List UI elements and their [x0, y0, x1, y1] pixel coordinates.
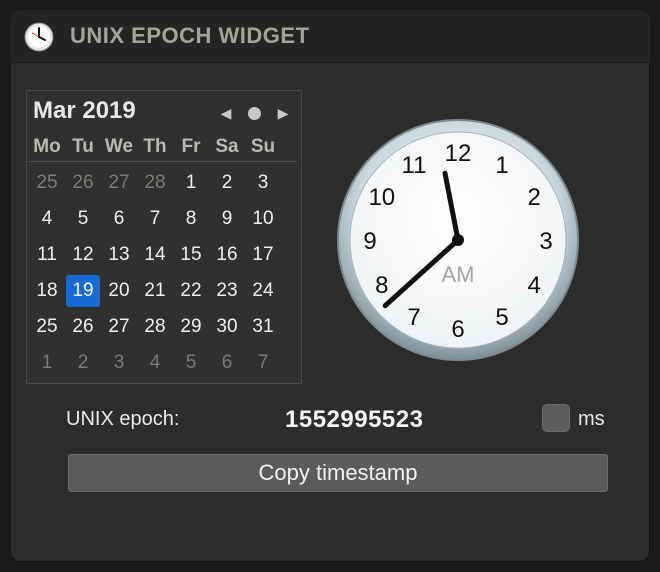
calendar-day[interactable]: 6: [209, 345, 245, 381]
calendar-day[interactable]: 21: [137, 273, 173, 309]
calendar-day[interactable]: 9: [209, 201, 245, 237]
clock-number: 10: [368, 184, 395, 211]
widget-window: UNIX EPOCH WIDGET Mar 2019 ◀ ▶ Mo Tu We Th F…: [10, 10, 650, 562]
calendar-week-row: 25 26 27 28 1 2 3: [29, 165, 297, 201]
clock-number: 7: [407, 304, 420, 331]
calendar-day[interactable]: 27: [101, 309, 137, 345]
calendar-week-row: 1234567: [29, 345, 297, 381]
chevron-left-icon[interactable]: ◀: [218, 104, 234, 122]
calendar-day[interactable]: 8: [173, 201, 209, 237]
weekday-label: We: [104, 136, 134, 157]
calendar-day[interactable]: 5: [65, 201, 101, 237]
clock-number: 1: [495, 152, 508, 179]
calendar-day[interactable]: 28: [137, 309, 173, 345]
calendar-day-selected[interactable]: 19: [65, 273, 101, 309]
chevron-right-icon[interactable]: ▶: [275, 104, 291, 122]
calendar-day[interactable]: 28: [137, 165, 173, 201]
clock-number: 9: [363, 228, 376, 255]
calendar-day[interactable]: 15: [173, 237, 209, 273]
calendar-day[interactable]: 17: [245, 237, 281, 273]
calendar-day[interactable]: 29: [173, 309, 209, 345]
calendar-month-label: Mar 2019: [33, 97, 136, 124]
calendar-header: Mar 2019 ◀ ▶: [33, 97, 295, 131]
calendar-day[interactable]: 6: [101, 201, 137, 237]
calendar-day[interactable]: 27: [101, 165, 137, 201]
calendar-day[interactable]: 23: [209, 273, 245, 309]
clock-number: 4: [528, 272, 541, 299]
epoch-label: UNIX epoch:: [66, 408, 180, 430]
clock-face: 12 12 3 45 6 78 9 10 11 AM: [337, 119, 579, 361]
calendar-day[interactable]: 11: [29, 237, 65, 273]
calendar-week-row: 4 5 6 7 8 9 10: [29, 201, 297, 237]
weekday-label: Th: [143, 136, 167, 157]
clock-number: 3: [539, 228, 552, 255]
weekday-label: Fr: [181, 136, 201, 157]
calendar-day[interactable]: 25: [29, 309, 65, 345]
copy-timestamp-button[interactable]: Copy timestamp: [68, 454, 608, 492]
calendar-day[interactable]: 3: [245, 165, 281, 201]
calendar-week-row: 18 19 20 21 22 23 24: [29, 273, 297, 309]
calendar-day[interactable]: 3: [101, 345, 137, 381]
calendar-day[interactable]: 14: [137, 237, 173, 273]
calendar-week-row: 25 26 27 28 29 30 31: [29, 309, 297, 345]
ms-checkbox[interactable]: [542, 404, 570, 432]
clock-center-pin: [452, 234, 464, 246]
clock-icon: [24, 22, 54, 52]
ms-checkbox-label: ms: [578, 408, 605, 430]
clock-number: 6: [451, 316, 464, 343]
analog-clock: 12 1 2 3 4 5 6 7 8 9 10 11 AM: [336, 118, 580, 362]
calendar-day[interactable]: 12: [65, 237, 101, 273]
weekday-label: Su: [250, 136, 276, 157]
window-title: UNIX EPOCH WIDGET: [70, 23, 310, 48]
weekday-header: Mo Tu We Th Fr Sa Su: [29, 135, 297, 162]
calendar-day[interactable]: 10: [245, 201, 281, 237]
calendar-day[interactable]: 4: [29, 201, 65, 237]
calendar-week-row: 11 12 13 14 15 16 17: [29, 237, 297, 273]
calendar-day[interactable]: 20: [101, 273, 137, 309]
calendar-day[interactable]: 18: [29, 273, 65, 309]
weekday-label: Tu: [72, 136, 94, 157]
calendar-day[interactable]: 7: [245, 345, 281, 381]
calendar-day[interactable]: 16: [209, 237, 245, 273]
calendar-day[interactable]: 26: [65, 165, 101, 201]
calendar-day[interactable]: 25: [29, 165, 65, 201]
clock-number: 2: [528, 184, 541, 211]
calendar-day[interactable]: 2: [65, 345, 101, 381]
weekday-label: Sa: [215, 136, 239, 157]
clock-number: 12: [445, 140, 472, 167]
dot-icon[interactable]: [248, 106, 261, 120]
epoch-value: 1552995523: [285, 406, 424, 433]
calendar-day[interactable]: 13: [101, 237, 137, 273]
clock-number: 8: [375, 272, 388, 299]
clock-number: 5: [495, 304, 508, 331]
weekday-label: Mo: [33, 136, 61, 157]
clock-period-label: AM: [442, 262, 475, 287]
calendar-nav: ◀ ▶: [218, 103, 291, 123]
calendar-day[interactable]: 24: [245, 273, 281, 309]
calendar-day[interactable]: 4: [137, 345, 173, 381]
calendar-grid: 25 26 27 28 1 2 3 4 5 6 7 8 9 10 11 12 13 14 15 16 17 18 19 20 2…: [29, 165, 297, 381]
calendar-day[interactable]: 22: [173, 273, 209, 309]
calendar-day[interactable]: 5: [173, 345, 209, 381]
calendar-day[interactable]: 2: [209, 165, 245, 201]
clock-number: 11: [402, 152, 427, 179]
calendar-day[interactable]: 1: [173, 165, 209, 201]
calendar-day[interactable]: 7: [137, 201, 173, 237]
calendar-day[interactable]: 1: [29, 345, 65, 381]
calendar-day[interactable]: 26: [65, 309, 101, 345]
calendar-day[interactable]: 31: [245, 309, 281, 345]
title-bar: UNIX EPOCH WIDGET: [10, 10, 650, 63]
calendar: Mar 2019 ◀ ▶ Mo Tu We Th Fr Sa Su 25 26 27 28 1 2 3 4…: [26, 90, 302, 384]
calendar-day[interactable]: 30: [209, 309, 245, 345]
